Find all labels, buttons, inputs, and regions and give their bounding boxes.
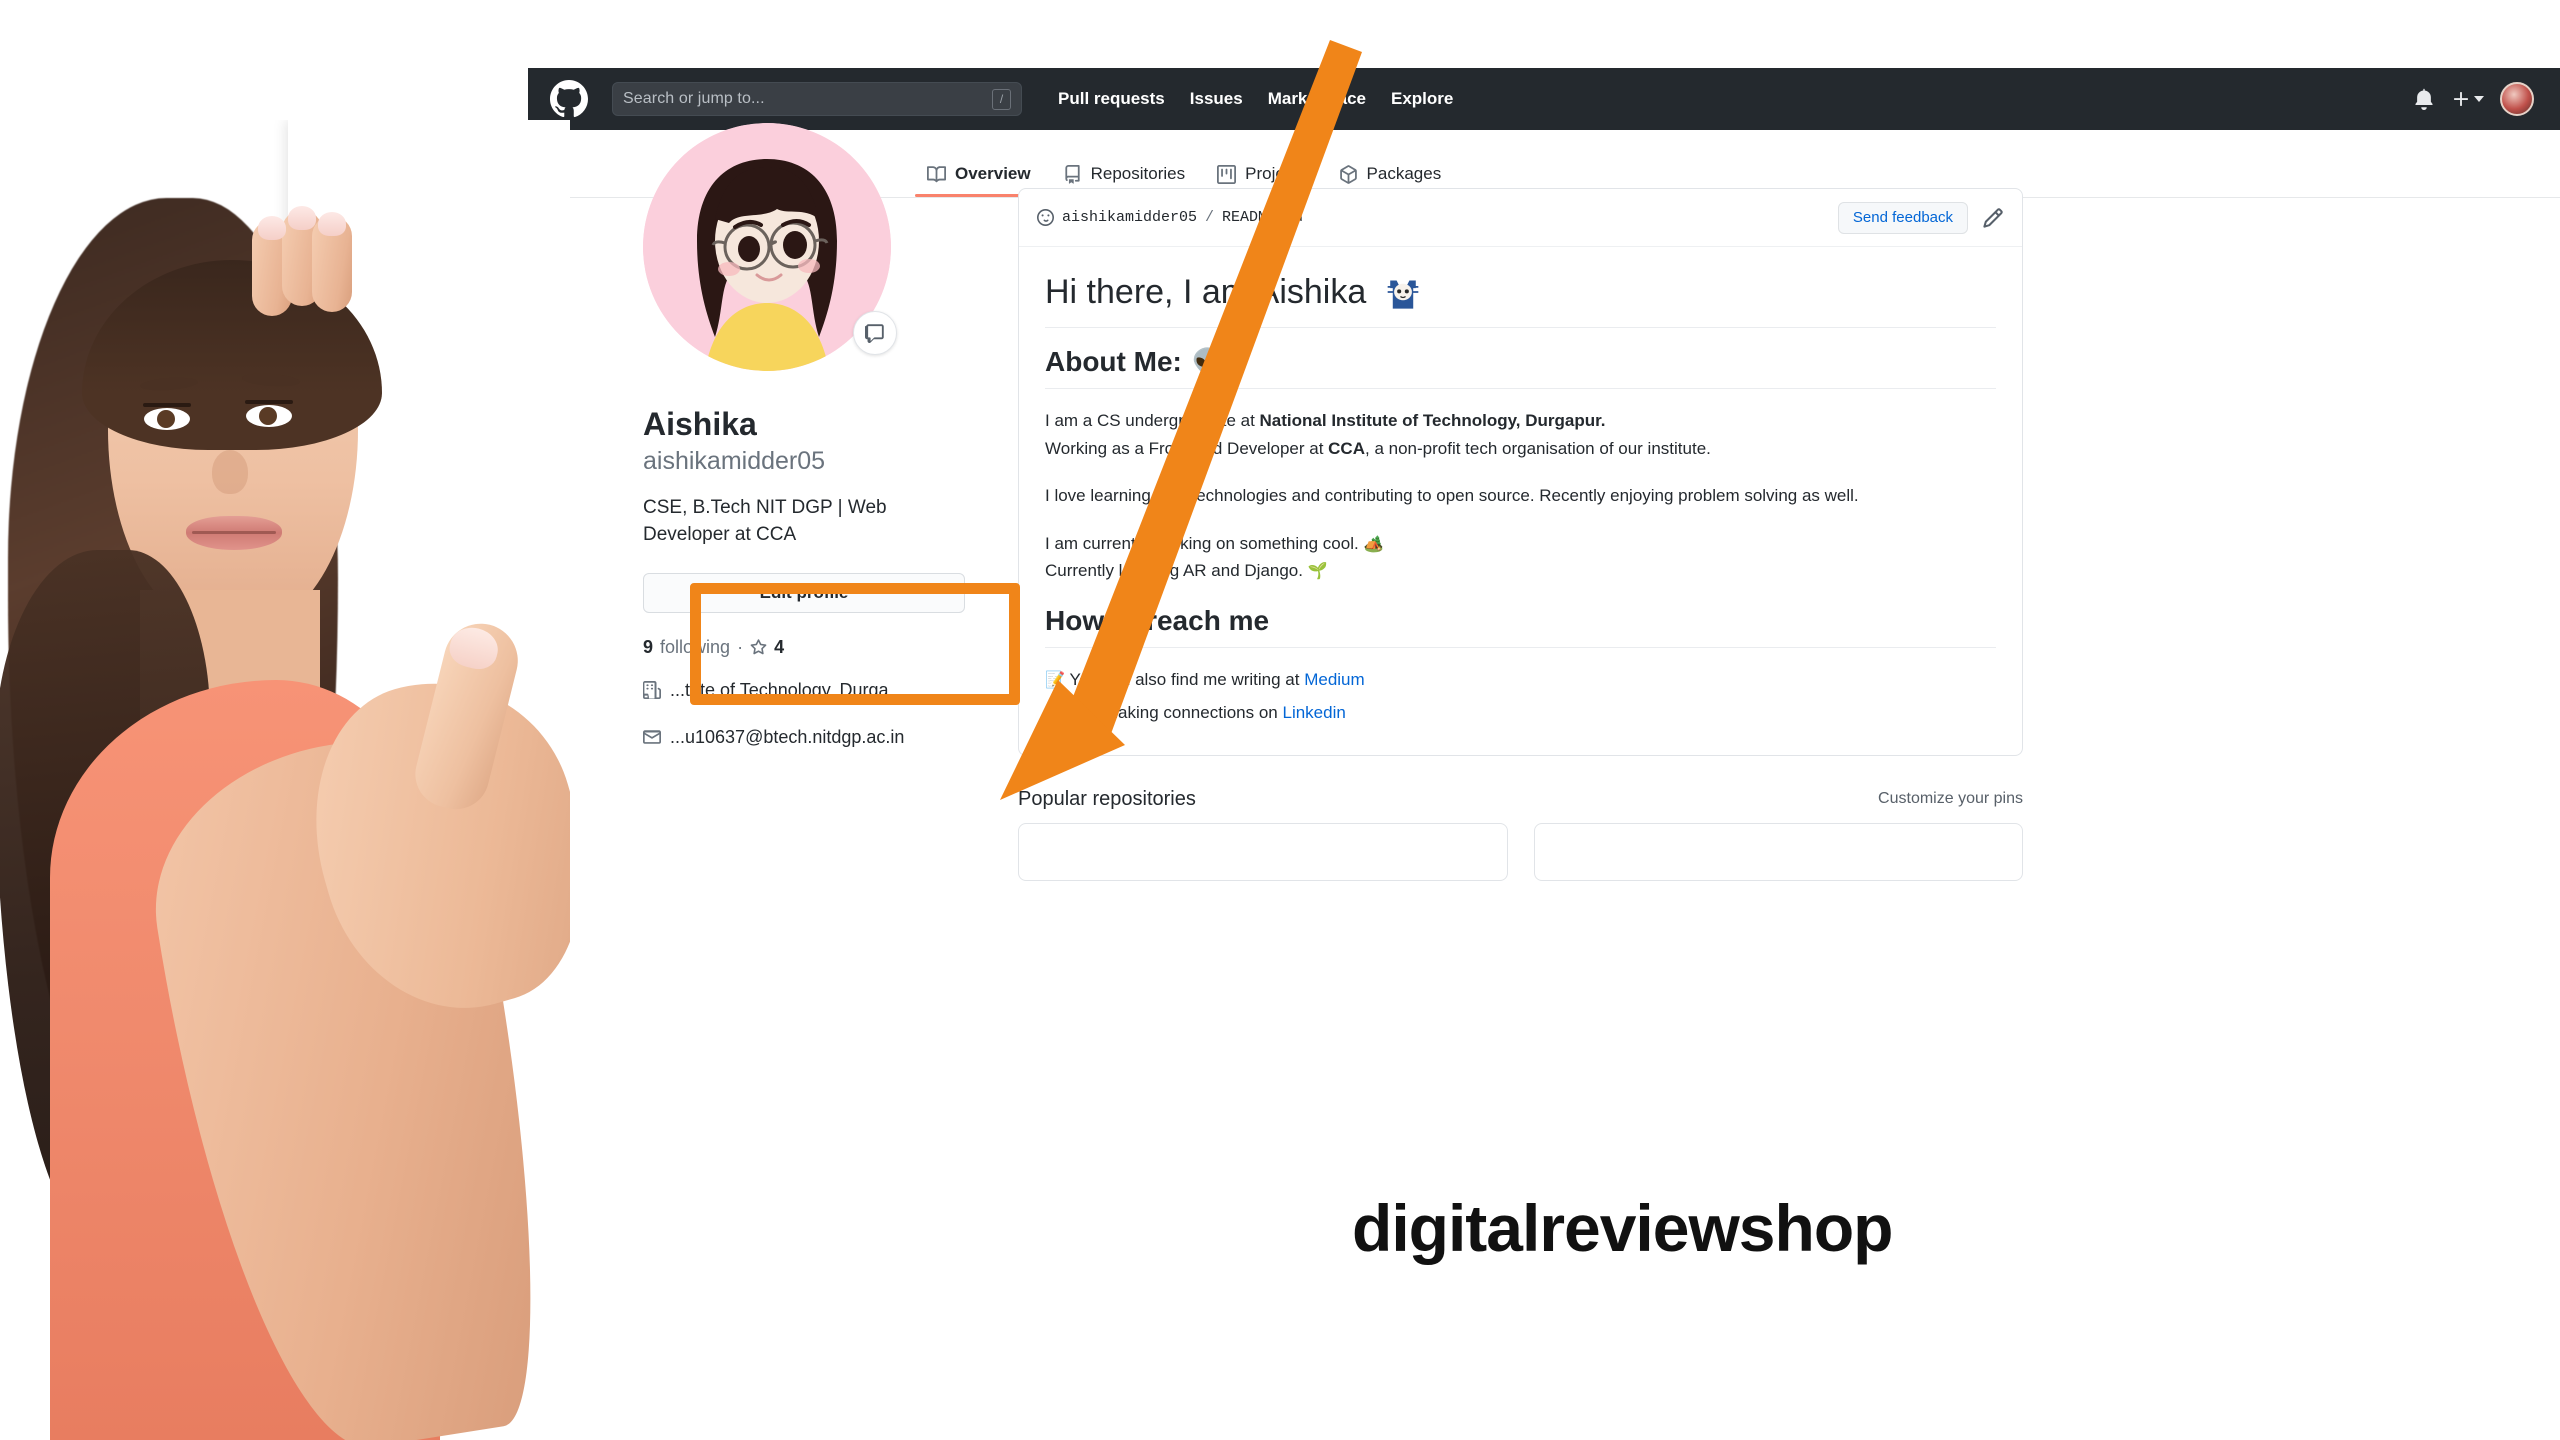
nav-issues[interactable]: Issues bbox=[1190, 89, 1243, 109]
about-p2-post: , a non-profit tech organisation of our … bbox=[1365, 438, 1711, 458]
search-shortcut-badge: / bbox=[992, 88, 1011, 110]
eye-right bbox=[246, 405, 292, 427]
tab-repositories-label: Repositories bbox=[1090, 164, 1186, 183]
pinned-repo-card[interactable] bbox=[1533, 822, 2023, 881]
about-p2-strong: CCA bbox=[1328, 438, 1365, 458]
tab-packages-label: Packages bbox=[1366, 164, 1442, 183]
readme-rule-2 bbox=[1045, 388, 1996, 389]
readme-body: Hi there, I am Aishika About Me: 👽 I am … bbox=[1019, 247, 2022, 755]
tab-projects-label: Projects bbox=[1245, 164, 1307, 183]
about-p5-text: Currently learning AR and Django. bbox=[1045, 561, 1303, 581]
bell-icon[interactable] bbox=[2413, 88, 2435, 110]
screenshot-canvas: Search or jump to... / Pull requests Iss… bbox=[0, 0, 2560, 1440]
readme-heading-1-text: Hi there, I am Aishika bbox=[1045, 272, 1367, 311]
fingernail bbox=[288, 206, 316, 230]
smiley-icon bbox=[1037, 209, 1054, 226]
following-count[interactable]: 9 bbox=[643, 637, 653, 658]
readme-about-paragraph-1: I am a CS undergraduate at National Inst… bbox=[1045, 407, 1996, 462]
readme-path: aishikamidder05 / README.md bbox=[1037, 209, 1303, 226]
nav-pull-requests[interactable]: Pull requests bbox=[1058, 89, 1165, 109]
email-text[interactable]: ...u10637@btech.nitdgp.ac.in bbox=[670, 727, 904, 748]
popular-repositories-title: Popular repositories bbox=[1018, 787, 1196, 810]
avatar-container bbox=[643, 123, 897, 371]
reach-1-text: You can also find me writing at bbox=[1069, 669, 1305, 689]
readme-reach-heading: How to reach me bbox=[1045, 605, 1996, 647]
readme-reach-heading-text: How to reach me bbox=[1045, 604, 1270, 636]
about-p1-pre: I am a CS undergraduate at bbox=[1045, 411, 1260, 430]
readme-about-paragraph-2: I love learning new technologies and con… bbox=[1045, 486, 1859, 506]
readme-path-separator: / bbox=[1205, 209, 1215, 226]
customize-pins-link[interactable]: Customize your pins bbox=[1878, 790, 2023, 808]
about-p1-strong: National Institute of Technology, Durgap… bbox=[1259, 411, 1606, 430]
medium-link[interactable]: Medium bbox=[1304, 670, 1364, 689]
yellow-heart-emoji-icon: 💛 bbox=[1045, 704, 1066, 723]
readme-about-heading-text: About Me: bbox=[1045, 346, 1182, 377]
nav-marketplace[interactable]: Marketplace bbox=[1268, 89, 1366, 109]
profile-bio: CSE, B.Tech NIT DGP | Web Developer at C… bbox=[643, 496, 887, 546]
fingernail bbox=[258, 216, 286, 240]
popular-repositories-header: Popular repositories Customize your pins bbox=[1018, 788, 2023, 811]
header-avatar[interactable] bbox=[2500, 82, 2534, 116]
memo-emoji-icon: 📝 bbox=[1045, 670, 1066, 689]
readme-reach-line-2: 💛 And making connections on Linkedin bbox=[1045, 699, 1996, 727]
create-new-menu[interactable] bbox=[2451, 89, 2484, 109]
pinned-repo-card[interactable] bbox=[1018, 822, 1508, 881]
readme-reach-line-1: 📝 You can also find me writing at Medium bbox=[1045, 666, 1996, 694]
readme-filename[interactable]: README.md bbox=[1222, 209, 1303, 226]
camping-emoji-icon: 🏕️ bbox=[1363, 534, 1384, 553]
organization-icon bbox=[643, 681, 661, 700]
header-nav: Pull requests Issues Marketplace Explore bbox=[1058, 89, 1453, 109]
profile-email: ...u10637@btech.nitdgp.ac.in bbox=[643, 727, 973, 748]
profile-login: aishikamidder05 bbox=[643, 447, 826, 476]
comment-bubble-icon bbox=[865, 324, 884, 343]
readme-about-paragraph-3: I am currently working on something cool… bbox=[1045, 530, 1996, 585]
lips bbox=[186, 516, 282, 550]
plus-icon bbox=[2454, 92, 2468, 106]
girl-emoji-icon bbox=[1387, 280, 1419, 309]
about-p4-text: I am currently working on something cool… bbox=[1045, 533, 1359, 553]
profile-name-block: Aishika aishikamidder05 bbox=[643, 405, 973, 478]
reach-2-text: And making connections on bbox=[1068, 703, 1283, 723]
about-p2-pre: Working as a Front-end Developer at bbox=[1045, 438, 1329, 458]
eyelash-right bbox=[245, 400, 293, 404]
search-placeholder: Search or jump to... bbox=[623, 90, 765, 107]
readme-owner[interactable]: aishikamidder05 bbox=[1062, 209, 1197, 226]
pencil-icon[interactable] bbox=[1982, 207, 2004, 229]
send-feedback-button[interactable]: Send feedback bbox=[1837, 201, 1968, 234]
chevron-down-icon bbox=[2474, 96, 2484, 102]
profile-full-name: Aishika bbox=[643, 406, 757, 442]
nose bbox=[212, 450, 248, 494]
eye-left bbox=[144, 408, 190, 430]
presenter-photo bbox=[0, 120, 570, 1440]
eyelash-left bbox=[143, 403, 191, 407]
repo-icon bbox=[1064, 164, 1080, 184]
readme-rule-1 bbox=[1045, 327, 1996, 328]
package-icon bbox=[1339, 164, 1357, 184]
linkedin-link[interactable]: Linkedin bbox=[1283, 703, 1346, 722]
seedling-emoji-icon: 🌱 bbox=[1307, 562, 1328, 581]
readme-rule-3 bbox=[1045, 646, 1996, 648]
project-board-icon bbox=[1217, 164, 1237, 184]
top-hand bbox=[252, 206, 370, 370]
github-mark-icon[interactable] bbox=[550, 80, 588, 118]
readme-heading-1: Hi there, I am Aishika bbox=[1045, 269, 1996, 327]
search-input[interactable]: Search or jump to... / bbox=[612, 82, 1022, 116]
readme-about-heading: About Me: 👽 bbox=[1045, 346, 1996, 388]
readme-actions: Send feedback bbox=[1837, 201, 2004, 234]
watermark-text: digitalreviewshop bbox=[1352, 1191, 1893, 1265]
readme-header: aishikamidder05 / README.md Send feedbac… bbox=[1019, 189, 2022, 247]
header-actions bbox=[2413, 82, 2538, 116]
fingernail bbox=[318, 212, 346, 236]
username-highlight-box bbox=[690, 583, 1020, 705]
readme-card: aishikamidder05 / README.md Send feedbac… bbox=[1018, 188, 2023, 756]
set-status-button[interactable] bbox=[853, 311, 897, 355]
mail-icon bbox=[643, 730, 661, 745]
nav-explore[interactable]: Explore bbox=[1391, 89, 1453, 109]
alien-emoji-icon: 👽 bbox=[1191, 346, 1225, 377]
global-header: Search or jump to... / Pull requests Iss… bbox=[528, 68, 2560, 130]
pinned-repo-row bbox=[1018, 822, 2023, 881]
profile-main-content: aishikamidder05 / README.md Send feedbac… bbox=[1018, 188, 2023, 881]
